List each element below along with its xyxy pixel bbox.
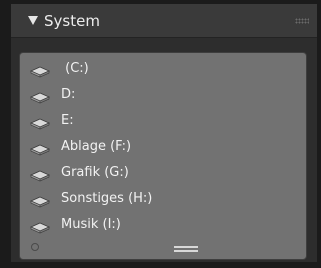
list-item[interactable]: Ablage (F:) [20,135,306,161]
drive-icon [30,115,50,130]
list-item[interactable]: (C:) [20,57,306,83]
drive-label: Sonstiges (H:) [61,191,153,206]
drive-icon [30,141,50,156]
panel-title: System [44,12,100,30]
drive-label: Grafik (G:) [61,165,129,180]
drive-icon [30,89,50,104]
drive-label: Musik (I:) [61,217,121,232]
drive-icon [30,193,50,208]
add-icon[interactable] [31,243,39,251]
list-resize-handle[interactable] [174,246,198,252]
drive-icon [30,167,50,182]
system-panel: System (C:) D: E: Ablage (F:) Grafik (G:) Son… [11,4,317,262]
panel-header[interactable]: System [11,4,317,38]
drive-label: D: [61,87,76,102]
list-item[interactable]: Grafik (G:) [20,161,306,187]
drive-label: E: [61,113,74,128]
drag-grip-icon[interactable] [295,18,309,24]
list-item[interactable]: Musik (I:) [20,213,306,239]
collapse-triangle-icon[interactable] [28,16,38,25]
drive-icon [30,63,50,78]
list-item[interactable]: D: [20,83,306,109]
list-item[interactable]: E: [20,109,306,135]
drive-list: (C:) D: E: Ablage (F:) Grafik (G:) Sonstiges … [19,52,307,260]
drive-label: Ablage (F:) [61,139,132,154]
drive-icon [30,219,50,234]
drive-label: (C:) [61,61,89,76]
list-item[interactable]: Sonstiges (H:) [20,187,306,213]
